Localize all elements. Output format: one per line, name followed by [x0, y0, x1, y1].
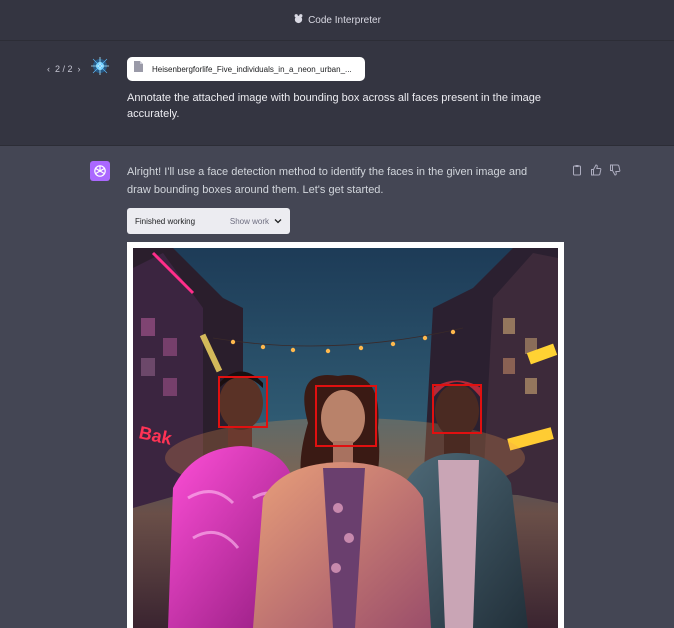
message-actions — [571, 163, 621, 176]
status-label: Finished working — [135, 216, 196, 226]
working-status: Finished working Show work — [127, 208, 290, 234]
thumbs-up-icon[interactable] — [590, 163, 602, 176]
face-bounding-box — [218, 376, 268, 428]
pager-next-button[interactable]: › — [78, 64, 81, 74]
user-avatar — [89, 55, 111, 77]
user-message-row: ‹ 2 / 2 › Heisenbergforlife_Five_individ… — [0, 41, 674, 146]
assistant-message-text: Alright! I'll use a face detection metho… — [127, 166, 528, 196]
annotated-image[interactable]: Bak — [133, 248, 558, 628]
assistant-avatar — [90, 161, 110, 181]
pager-label: 2 / 2 — [55, 64, 73, 74]
code-interpreter-icon — [293, 13, 304, 27]
top-bar: Code Interpreter — [0, 0, 674, 41]
response-pager: ‹ 2 / 2 › — [47, 64, 81, 74]
file-icon — [133, 60, 144, 78]
pager-prev-button[interactable]: ‹ — [47, 64, 50, 74]
attached-file-chip[interactable]: Heisenbergforlife_Five_individuals_in_a_… — [127, 57, 365, 81]
header-title: Code Interpreter — [308, 14, 381, 26]
face-bounding-box — [432, 384, 482, 434]
model-title[interactable]: Code Interpreter — [293, 13, 381, 27]
thumbs-down-icon[interactable] — [609, 163, 621, 176]
annotated-image-frame: Bak — [127, 242, 564, 628]
attached-file-name: Heisenbergforlife_Five_individuals_in_a_… — [152, 64, 352, 74]
user-message-text: Annotate the attached image with boundin… — [127, 92, 541, 120]
show-work-label: Show work — [229, 216, 269, 226]
chevron-down-icon — [274, 217, 282, 226]
show-work-toggle[interactable]: Show work — [230, 217, 282, 226]
openai-logo-icon — [94, 165, 106, 177]
face-bounding-box — [315, 385, 377, 447]
copy-icon[interactable] — [571, 163, 583, 176]
